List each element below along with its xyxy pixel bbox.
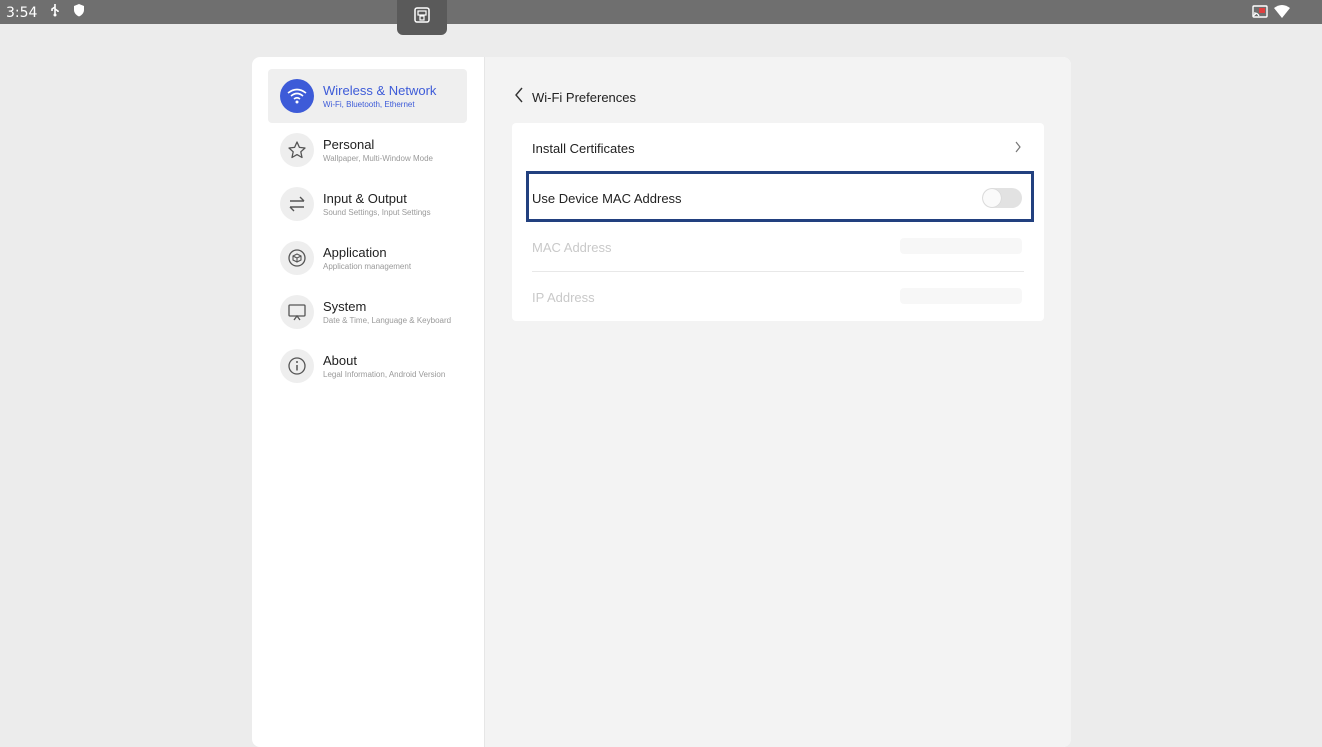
screenshot-icon xyxy=(413,6,431,29)
status-bar: 3:54 xyxy=(0,0,1322,24)
sidebar-item-personal[interactable]: Personal Wallpaper, Multi-Window Mode xyxy=(268,123,467,177)
sidebar-item-title: Application xyxy=(323,244,387,260)
page-title: Wi-Fi Preferences xyxy=(532,90,637,105)
mac-address-value xyxy=(900,238,1022,254)
highlight-box xyxy=(526,171,1034,222)
sidebar-item-subtitle: Legal Information, Android Version xyxy=(323,369,446,379)
back-chevron-icon[interactable] xyxy=(514,87,524,108)
sidebar-item-input-output[interactable]: Input & Output Sound Settings, Input Set… xyxy=(268,177,467,231)
sidebar-item-about[interactable]: About Legal Information, Android Version xyxy=(268,339,467,393)
row-label: IP Address xyxy=(532,289,595,305)
status-time: 3:54 xyxy=(6,4,38,21)
ip-address-value xyxy=(900,288,1022,304)
sidebar-item-wireless-network[interactable]: Wireless & Network Wi-Fi, Bluetooth, Eth… xyxy=(268,69,467,123)
preferences-panel: Install Certificates Use Device MAC Addr… xyxy=(512,123,1044,321)
sidebar-item-title: About xyxy=(323,352,357,368)
sidebar-item-title: Input & Output xyxy=(323,190,407,206)
cast-icon xyxy=(1252,5,1268,23)
wifi-icon xyxy=(280,79,314,113)
shield-icon xyxy=(73,3,85,22)
install-certificates-row[interactable]: Install Certificates xyxy=(532,123,1024,173)
row-label: Install Certificates xyxy=(532,140,635,156)
sidebar-item-application[interactable]: Application Application management xyxy=(268,231,467,285)
sidebar-item-title: System xyxy=(323,298,367,314)
cube-icon xyxy=(280,241,314,275)
content-pane: Wi-Fi Preferences Install Certificates U… xyxy=(485,57,1071,747)
sidebar-item-system[interactable]: System Date & Time, Language & Keyboard xyxy=(268,285,467,339)
wifi-icon xyxy=(1274,5,1290,23)
sidebar-item-subtitle: Wi-Fi, Bluetooth, Ethernet xyxy=(323,99,415,109)
sidebar-item-subtitle: Date & Time, Language & Keyboard xyxy=(323,315,452,325)
mac-address-row: MAC Address xyxy=(532,222,1024,272)
sidebar-item-subtitle: Sound Settings, Input Settings xyxy=(323,207,431,217)
status-left: 3:54 xyxy=(6,3,85,22)
ip-address-row: IP Address xyxy=(532,272,1024,322)
sidebar: Wireless & Network Wi-Fi, Bluetooth, Eth… xyxy=(252,57,485,747)
monitor-icon xyxy=(280,295,314,329)
chevron-right-icon xyxy=(1014,140,1022,157)
sidebar-item-title: Wireless & Network xyxy=(323,82,437,98)
row-label: MAC Address xyxy=(532,239,612,255)
swap-arrows-icon xyxy=(280,187,314,221)
info-icon xyxy=(280,349,314,383)
back-header[interactable]: Wi-Fi Preferences xyxy=(514,87,636,108)
star-icon xyxy=(280,133,314,167)
sidebar-item-subtitle: Application management xyxy=(323,261,412,271)
sidebar-item-subtitle: Wallpaper, Multi-Window Mode xyxy=(323,153,433,163)
usb-icon xyxy=(49,3,61,22)
sidebar-item-title: Personal xyxy=(323,136,375,152)
settings-window: Wireless & Network Wi-Fi, Bluetooth, Eth… xyxy=(252,57,1071,747)
screenshot-tool-tab[interactable] xyxy=(397,0,447,35)
status-right xyxy=(1252,5,1290,23)
